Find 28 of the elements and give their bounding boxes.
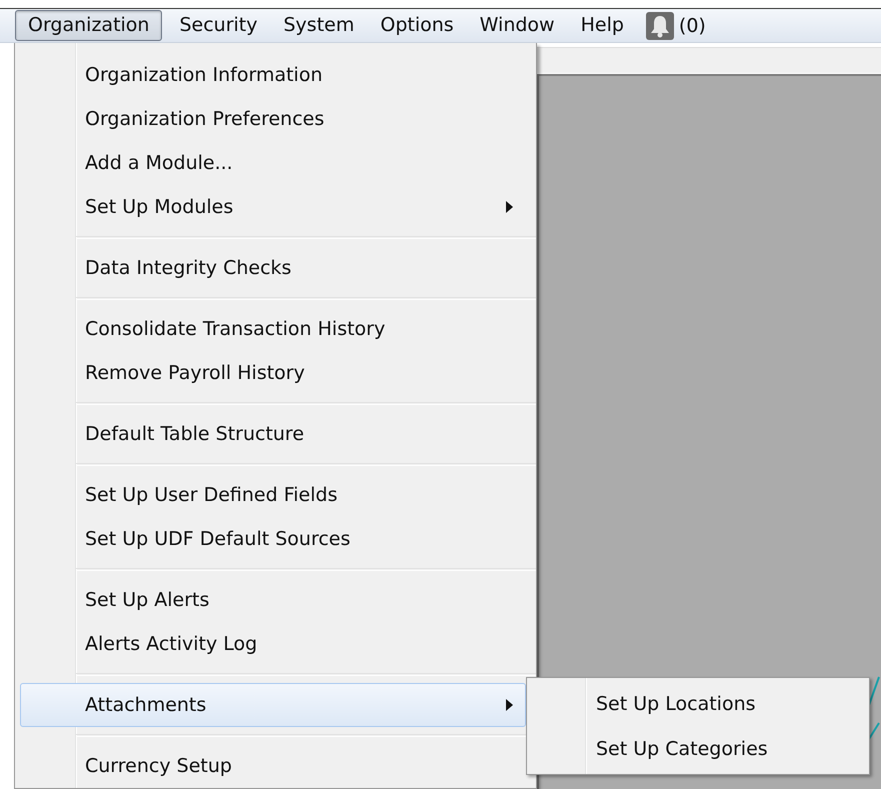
menu-item[interactable]: Consolidate Transaction History — [20, 307, 526, 351]
menu-item[interactable]: Organization Information — [20, 53, 526, 97]
menu-bar-item[interactable]: Organization — [15, 10, 162, 41]
submenu-item[interactable]: Set Up Categories — [527, 726, 869, 771]
menu-item[interactable]: Organization Preferences — [20, 97, 526, 141]
menu-item[interactable]: Set Up Modules — [20, 185, 526, 229]
menu-bar-item[interactable]: System — [270, 10, 368, 41]
menu-item[interactable]: Default Table Structure — [20, 412, 526, 456]
menu-item[interactable]: Add a Module... — [20, 141, 526, 185]
submenu-item[interactable]: Set Up Locations — [527, 681, 869, 726]
menu-item[interactable]: Attachments — [20, 683, 526, 727]
leader-line — [868, 676, 880, 706]
menu-item[interactable]: Remove Payroll History — [20, 351, 526, 395]
bell-icon[interactable] — [644, 10, 675, 40]
leader-line — [868, 722, 880, 740]
menu-item[interactable]: Currency Setup — [20, 744, 526, 788]
menu-item[interactable]: Alerts Activity Log — [20, 622, 526, 666]
menu-item[interactable]: Set Up Alerts — [20, 578, 526, 622]
menu-bar-item[interactable]: Security — [166, 10, 270, 41]
menu-bar-item[interactable]: Window — [466, 10, 568, 41]
menu-bar-item[interactable]: Help — [568, 10, 637, 41]
submenu-arrow-icon — [506, 201, 513, 213]
menu-item[interactable]: Set Up UDF Default Sources — [20, 517, 526, 561]
notification-count: (0) — [678, 14, 706, 36]
menu-item[interactable]: Set Up User Defined Fields — [20, 473, 526, 517]
submenu-arrow-icon — [506, 699, 513, 711]
menu-item[interactable]: Data Integrity Checks — [20, 246, 526, 290]
menu-bar-item[interactable]: Options — [367, 10, 467, 41]
